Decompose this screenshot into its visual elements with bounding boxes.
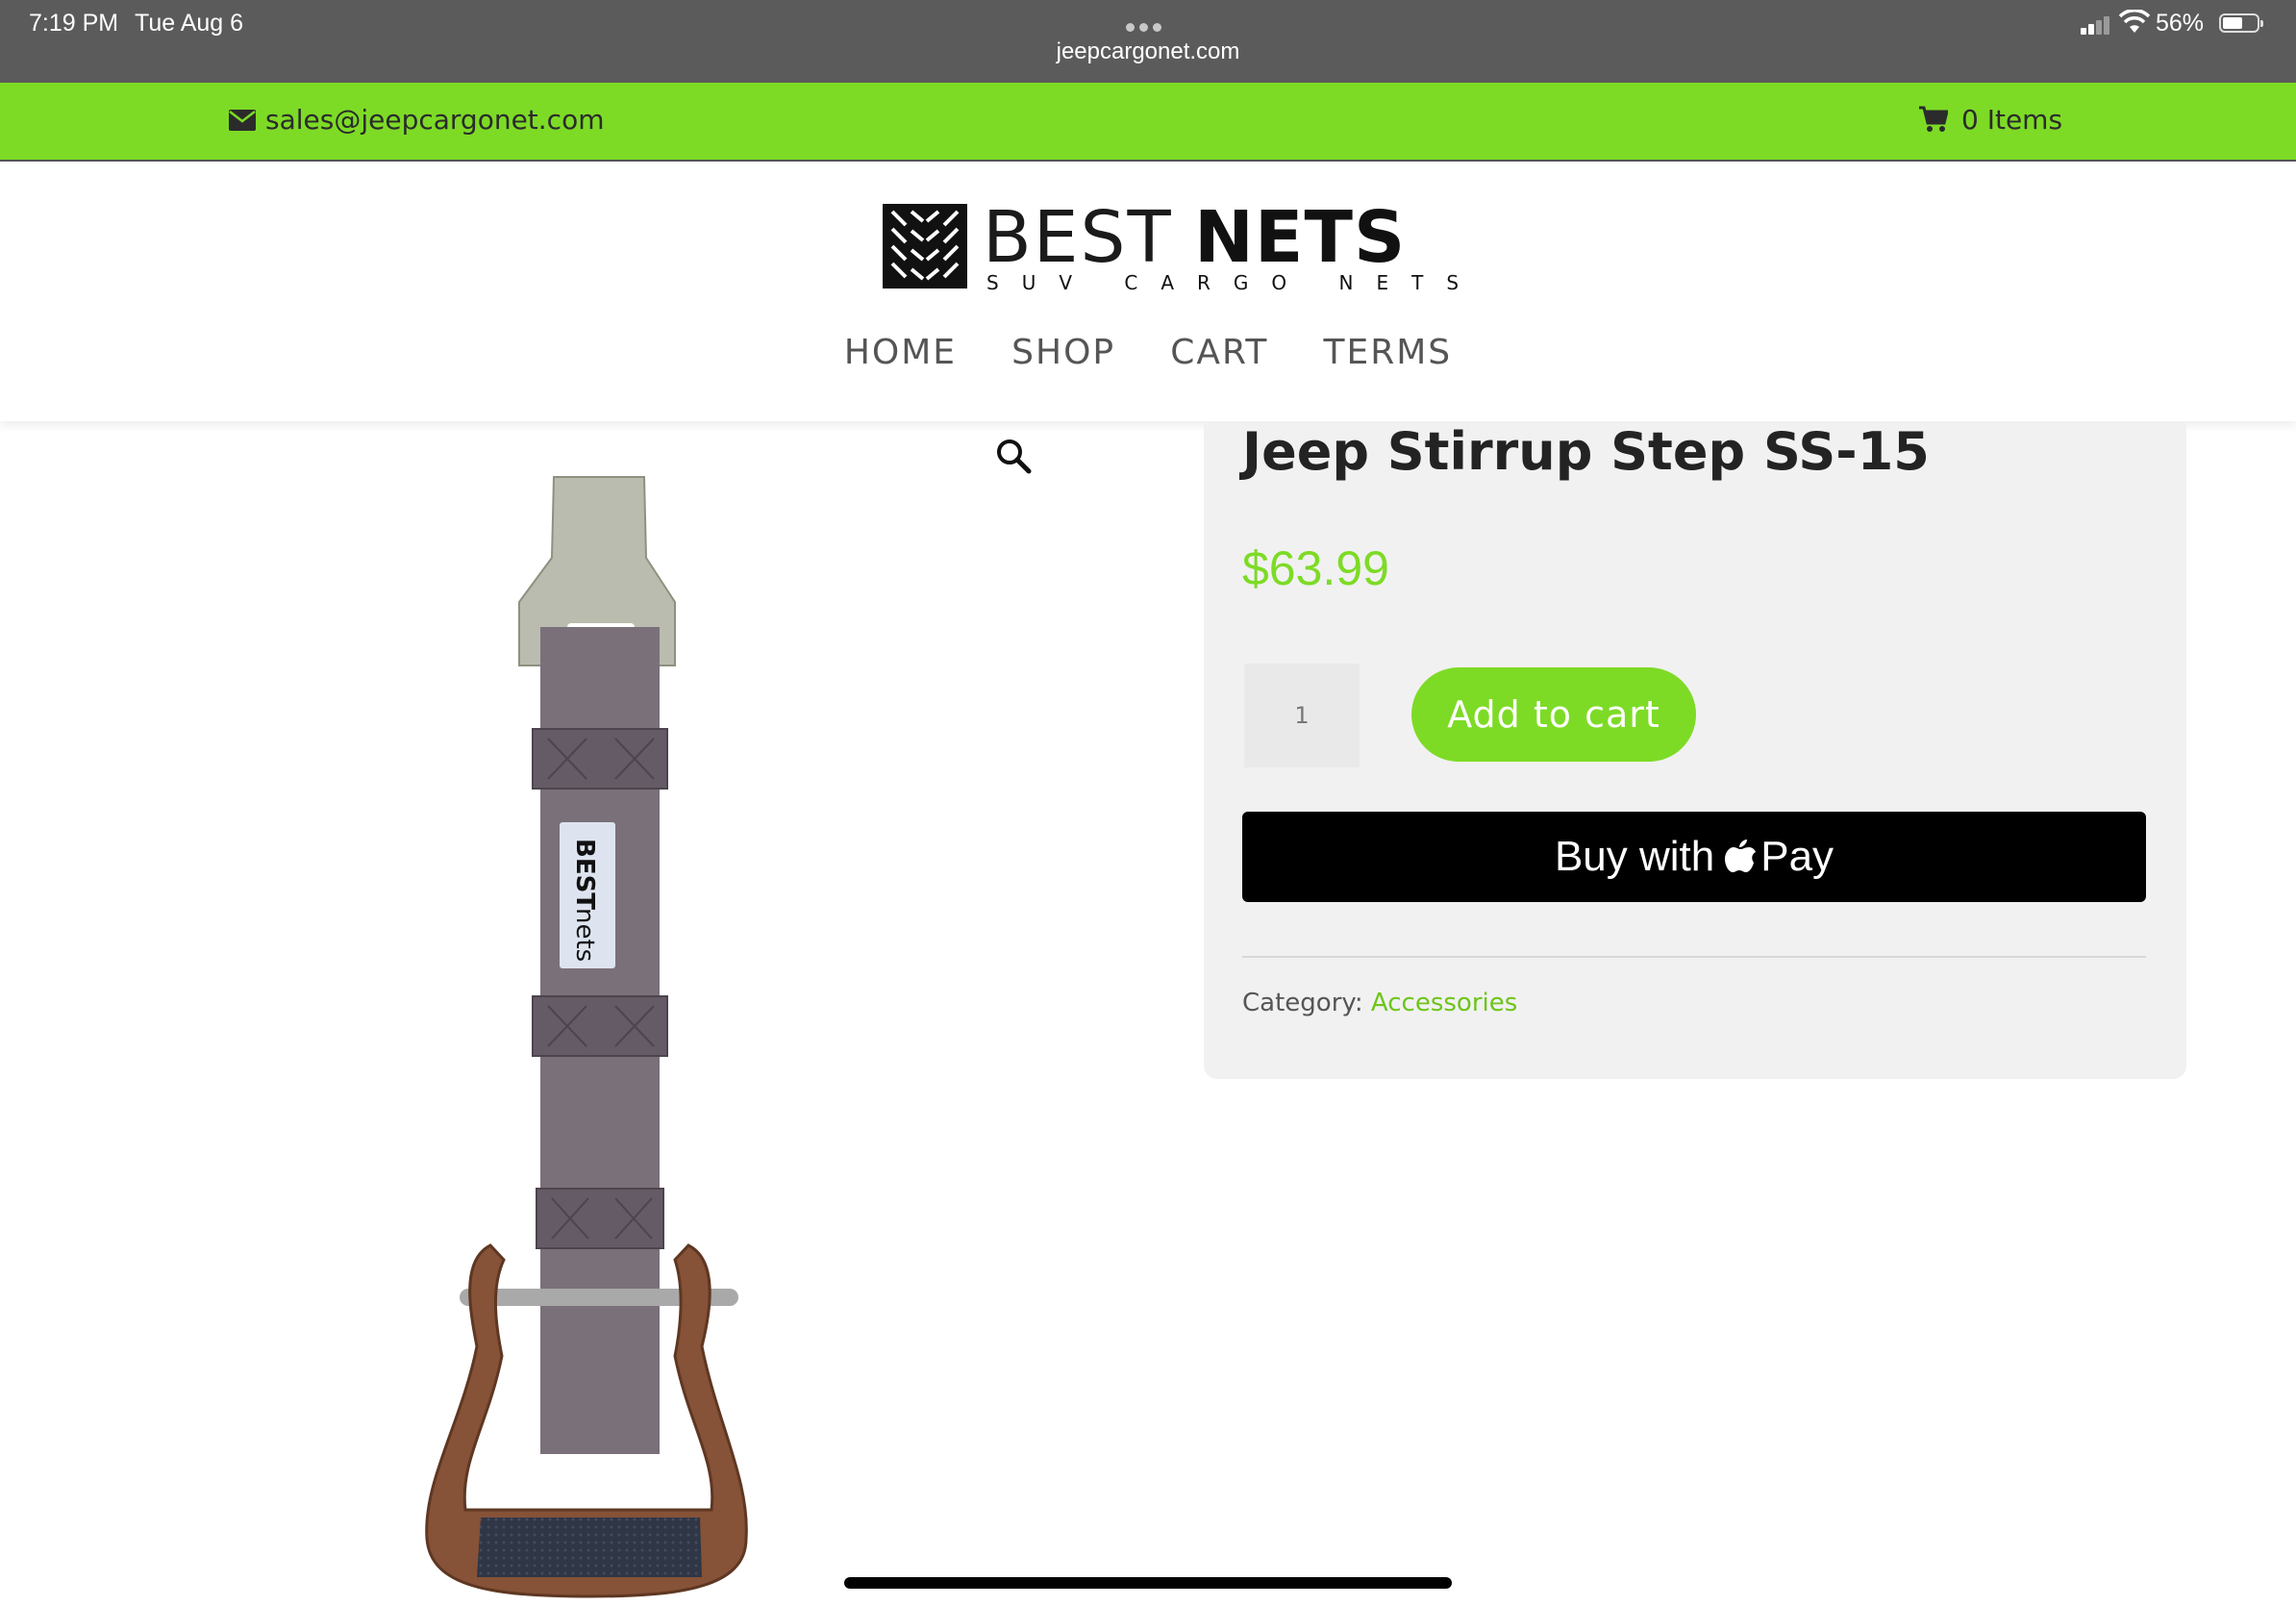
cellular-signal-icon <box>2081 15 2113 35</box>
apple-logo-icon <box>1725 840 1757 872</box>
logo-nets: NETS <box>1194 196 1407 279</box>
wifi-icon <box>2119 10 2150 33</box>
browser-status-bar: 7:19 PM Tue Aug 6 jeepcargonet.com 56% <box>0 0 2296 83</box>
apple-pay-prefix: Buy with <box>1554 833 1715 880</box>
contact-bar: sales@jeepcargonet.com 0 Items <box>0 83 2296 162</box>
site-header: BEST NETS SUV CARGO NETS HOME SHOP CART … <box>0 162 2296 421</box>
cart-icon <box>1919 106 1948 132</box>
product-image[interactable]: BEST nets <box>423 462 750 1606</box>
battery-icon <box>2219 13 2263 33</box>
email-link[interactable]: sales@jeepcargonet.com <box>229 104 604 136</box>
product-category: Category: Accessories <box>1242 989 1517 1017</box>
status-date: Tue Aug 6 <box>135 10 244 37</box>
apple-pay-button[interactable]: Buy with Pay <box>1242 812 2146 902</box>
zoom-magnifier-icon[interactable] <box>994 437 1033 475</box>
product-summary: Jeep Stirrup Step SS-15 $63.99 Add to ca… <box>1204 421 2186 1079</box>
logo-best: BEST <box>983 196 1173 279</box>
add-to-cart-button[interactable]: Add to cart <box>1411 667 1696 762</box>
quantity-input[interactable] <box>1244 664 1360 767</box>
tab-menu-dots-icon[interactable] <box>1126 17 1170 32</box>
nav-cart[interactable]: CART <box>1170 333 1268 372</box>
nav-shop[interactable]: SHOP <box>1011 333 1115 372</box>
envelope-icon <box>229 110 256 131</box>
cart-link[interactable]: 0 Items <box>1919 104 2062 136</box>
label-nets: nets <box>570 908 599 962</box>
nav-terms[interactable]: TERMS <box>1323 333 1452 372</box>
nav-home[interactable]: HOME <box>844 333 957 372</box>
product-price: $63.99 <box>1242 541 1389 595</box>
logo-mark-icon <box>883 204 967 289</box>
label-best: BEST <box>570 839 599 910</box>
category-label: Category: <box>1242 989 1363 1017</box>
main-nav: HOME SHOP CART TERMS <box>0 333 2296 372</box>
apple-pay-suffix: Pay <box>1760 833 1834 880</box>
email-text: sales@jeepcargonet.com <box>265 104 605 136</box>
site-logo[interactable]: BEST NETS SUV CARGO NETS <box>883 196 1459 296</box>
divider <box>1242 956 2146 958</box>
category-link[interactable]: Accessories <box>1371 989 1517 1017</box>
cart-count: 0 Items <box>1961 104 2063 136</box>
battery-percent: 56% <box>2156 10 2205 37</box>
logo-tagline: SUV CARGO NETS <box>986 271 1483 294</box>
product-title: Jeep Stirrup Step SS-15 <box>1242 421 1930 482</box>
status-time: 7:19 PM <box>29 10 119 37</box>
home-indicator[interactable] <box>844 1577 1452 1589</box>
url-address[interactable]: jeepcargonet.com <box>0 38 2296 65</box>
